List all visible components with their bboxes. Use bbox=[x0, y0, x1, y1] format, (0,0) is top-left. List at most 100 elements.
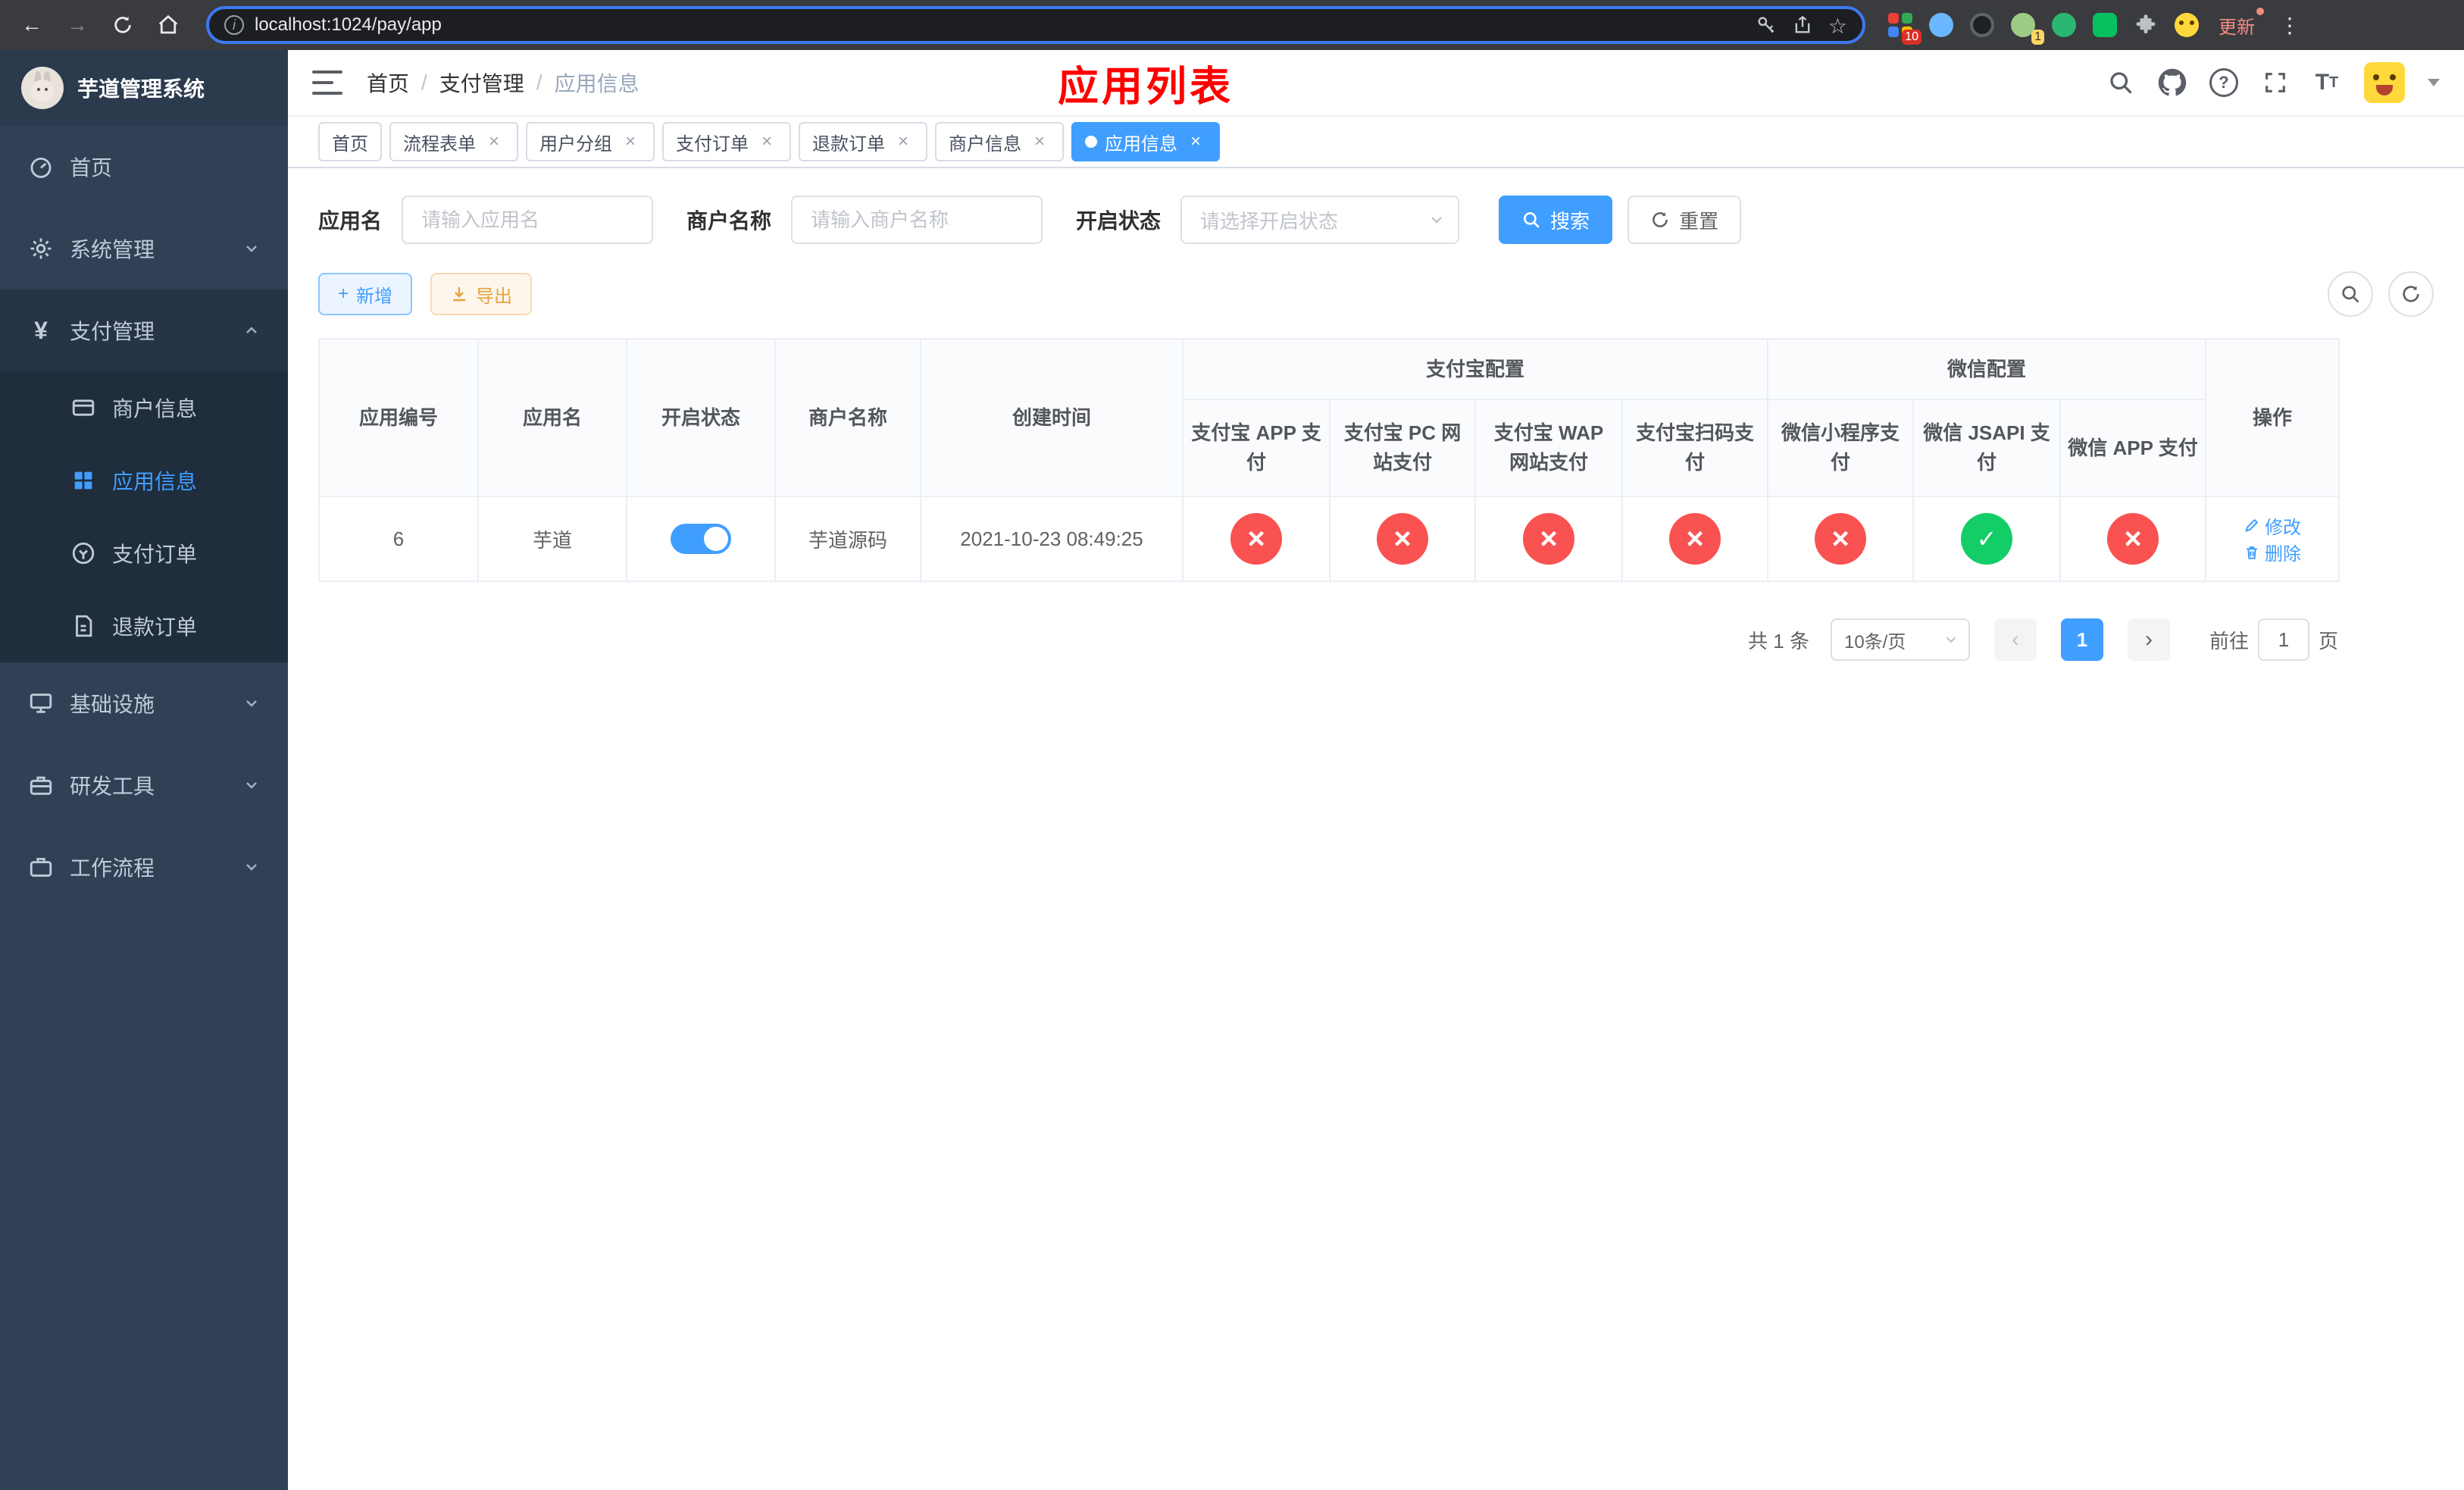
close-icon[interactable] bbox=[483, 131, 505, 152]
merchant-name-input[interactable] bbox=[791, 196, 1043, 244]
app-logo[interactable]: 芋道管理系统 bbox=[0, 50, 288, 126]
sidebar-item-merchant-info[interactable]: 商户信息 bbox=[0, 371, 288, 444]
sidebar-item-label: 商户信息 bbox=[112, 397, 198, 421]
extension-dark-icon[interactable] bbox=[1968, 11, 1996, 39]
tab-label: 支付订单 bbox=[676, 133, 749, 155]
site-info-icon[interactable] bbox=[224, 15, 244, 35]
browser-home-button[interactable] bbox=[152, 8, 185, 42]
tab-label: 应用信息 bbox=[1105, 133, 1177, 155]
prev-page-button[interactable] bbox=[1993, 618, 2037, 661]
sidebar-item-label: 支付订单 bbox=[112, 543, 198, 566]
browser-back-button[interactable]: ← bbox=[15, 8, 48, 42]
app-name-input[interactable] bbox=[402, 196, 654, 244]
search-button[interactable]: 搜索 bbox=[1499, 196, 1613, 244]
share-icon[interactable] bbox=[1792, 14, 1813, 36]
close-icon[interactable] bbox=[1185, 131, 1206, 152]
tab-process-form[interactable]: 流程表单 bbox=[389, 122, 518, 161]
extensions-area: 10 1 bbox=[1887, 11, 2200, 45]
extension-grid-icon[interactable]: 10 bbox=[1887, 11, 1921, 45]
tab-user-group[interactable]: 用户分组 bbox=[526, 122, 655, 161]
status-icon bbox=[2107, 513, 2159, 565]
status-icon bbox=[1961, 513, 2013, 565]
sidebar-item-dev-tools[interactable]: 研发工具 bbox=[0, 744, 288, 826]
filter-form: 应用名 商户名称 开启状态 请选择开启状态 bbox=[318, 196, 2434, 244]
group-header-alipay: 支付宝配置 bbox=[1181, 338, 1769, 400]
group-header-wechat: 微信配置 bbox=[1767, 338, 2207, 400]
fullscreen-icon[interactable] bbox=[2261, 68, 2290, 97]
status-toggle[interactable] bbox=[671, 524, 731, 554]
top-navbar: 首页 支付管理 应用信息 应用列表 bbox=[288, 50, 2464, 117]
tab-label: 用户分组 bbox=[539, 133, 612, 155]
sidebar: 芋道管理系统 首页 系统管理 ¥ 支付管理 商户信息 应用信息 支付订单 退款订… bbox=[0, 50, 288, 1490]
breadcrumb-item[interactable]: 支付管理 bbox=[439, 67, 524, 98]
document-icon bbox=[70, 612, 97, 640]
cell-actions: 修改 删除 bbox=[2205, 496, 2340, 582]
breadcrumb-item[interactable]: 首页 bbox=[367, 67, 409, 98]
sidebar-item-label: 工作流程 bbox=[70, 856, 155, 880]
password-key-icon[interactable] bbox=[1756, 14, 1777, 36]
tab-pay-orders[interactable]: 支付订单 bbox=[662, 122, 791, 161]
column-header: 操作 bbox=[2205, 338, 2340, 497]
goto-page-input[interactable] bbox=[2257, 618, 2309, 661]
tab-home[interactable]: 首页 bbox=[318, 122, 382, 161]
sidebar-item-payment[interactable]: ¥ 支付管理 bbox=[0, 290, 288, 371]
tab-merchant-info[interactable]: 商户信息 bbox=[935, 122, 1064, 161]
table-row: 6 芋道 芋道源码 2021-10-23 08:49:25 × × × × × … bbox=[318, 496, 2340, 582]
chevron-down-icon bbox=[242, 776, 261, 794]
browser-menu-icon[interactable] bbox=[2273, 8, 2306, 42]
add-button[interactable]: + 新增 bbox=[318, 273, 413, 315]
sidebar-item-infrastructure[interactable]: 基础设施 bbox=[0, 662, 288, 744]
browser-update-button[interactable]: 更新 bbox=[2212, 7, 2264, 42]
bookmark-star-icon[interactable] bbox=[1828, 11, 1847, 39]
goto-label: 前往 bbox=[2209, 629, 2249, 653]
refresh-table-button[interactable] bbox=[2388, 271, 2434, 317]
export-button[interactable]: 导出 bbox=[430, 273, 533, 315]
extension-wechat-devtools-icon[interactable] bbox=[2091, 11, 2118, 39]
browser-forward-button[interactable]: → bbox=[61, 8, 94, 42]
extension-emoji-icon[interactable] bbox=[2173, 11, 2200, 39]
sidebar-item-refund-orders[interactable]: 退款订单 bbox=[0, 590, 288, 662]
toggle-search-button[interactable] bbox=[2328, 271, 2373, 317]
caret-down-icon[interactable] bbox=[2428, 79, 2440, 86]
sidebar-item-home[interactable]: 首页 bbox=[0, 126, 288, 208]
extension-puzzle-icon[interactable] bbox=[2132, 11, 2159, 39]
close-icon[interactable] bbox=[893, 131, 914, 152]
sidebar-item-system[interactable]: 系统管理 bbox=[0, 208, 288, 290]
extension-avatar-icon[interactable]: 1 bbox=[2009, 11, 2044, 45]
sidebar-item-pay-orders[interactable]: 支付订单 bbox=[0, 517, 288, 590]
tab-refund-orders[interactable]: 退款订单 bbox=[799, 122, 927, 161]
user-avatar[interactable] bbox=[2364, 62, 2405, 103]
navbar-actions bbox=[2106, 62, 2440, 103]
reset-button[interactable]: 重置 bbox=[1628, 196, 1742, 244]
next-page-button[interactable] bbox=[2127, 618, 2170, 661]
extension-drop-icon[interactable] bbox=[1928, 11, 1955, 39]
tab-app-info[interactable]: 应用信息 bbox=[1071, 122, 1220, 161]
font-size-icon[interactable] bbox=[2312, 68, 2341, 97]
status-icon bbox=[1669, 513, 1721, 565]
chevron-down-icon bbox=[242, 239, 261, 258]
browser-refresh-button[interactable] bbox=[106, 8, 139, 42]
github-icon[interactable] bbox=[2158, 68, 2187, 97]
sidebar-item-app-info[interactable]: 应用信息 bbox=[0, 444, 288, 517]
chevron-down-icon bbox=[242, 858, 261, 876]
address-bar[interactable]: localhost:1024/pay/app bbox=[206, 6, 1865, 44]
close-icon[interactable] bbox=[620, 131, 641, 152]
delete-button[interactable]: 删除 bbox=[2244, 539, 2301, 565]
column-header: 应用编号 bbox=[318, 338, 479, 497]
help-icon[interactable] bbox=[2209, 68, 2238, 97]
close-icon[interactable] bbox=[1029, 131, 1050, 152]
tab-label: 首页 bbox=[332, 133, 368, 155]
page-number-button[interactable]: 1 bbox=[2060, 618, 2103, 661]
sidebar-item-workflow[interactable]: 工作流程 bbox=[0, 826, 288, 908]
close-icon[interactable] bbox=[756, 131, 777, 152]
status-select[interactable]: 请选择开启状态 bbox=[1180, 196, 1460, 244]
url-text[interactable]: localhost:1024/pay/app bbox=[255, 14, 1745, 36]
sidebar-item-label: 应用信息 bbox=[112, 470, 198, 493]
edit-button[interactable]: 修改 bbox=[2244, 512, 2301, 539]
page-size-select[interactable]: 10条/页 bbox=[1830, 618, 1970, 661]
merchant-name-label: 商户名称 bbox=[686, 209, 772, 233]
extension-green-circle-icon[interactable] bbox=[2050, 11, 2078, 39]
search-icon[interactable] bbox=[2106, 68, 2135, 97]
page-content: 应用名 商户名称 开启状态 请选择开启状态 bbox=[288, 168, 2464, 1490]
sidebar-toggle-icon[interactable] bbox=[312, 70, 342, 95]
